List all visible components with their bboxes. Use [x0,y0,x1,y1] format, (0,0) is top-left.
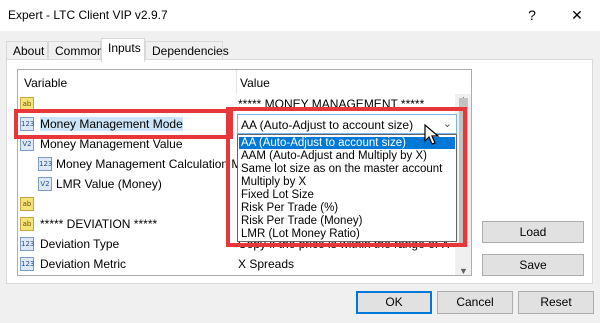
row-value: X Spreads [238,257,295,271]
row-variable: Money Management Value [40,137,183,151]
help-button[interactable]: ? [509,0,555,31]
close-button[interactable]: ✕ [554,0,600,31]
double-type-icon: V2 [20,137,34,151]
integer-type-icon: 123 [20,257,34,271]
tab-about[interactable]: About [6,41,48,61]
tab-common[interactable]: Common [48,41,104,61]
window-title: Expert - LTC Client VIP v2.9.7 [8,8,168,22]
tab-dependencies[interactable]: Dependencies [145,41,229,61]
title-bar: Expert - LTC Client VIP v2.9.7 ? ✕ [0,0,600,31]
row-variable: Deviation Type [40,237,120,251]
mouse-cursor-icon [424,124,440,145]
string-type-icon: ab [20,217,34,231]
save-button[interactable]: Save [482,254,584,276]
row-variable: Money Management Calculation M... [56,157,252,171]
value-column-header[interactable]: Value [240,76,270,90]
cancel-button[interactable]: Cancel [437,291,513,314]
variable-column-header[interactable]: Variable [24,76,67,90]
tab-inputs[interactable]: Inputs [101,38,145,62]
grid-header: Variable Value [18,70,455,94]
double-type-icon: V2 [38,177,52,191]
string-type-icon: ab [20,197,34,211]
scroll-down-icon[interactable]: ▼ [455,266,471,275]
ok-button[interactable]: OK [356,291,432,314]
load-button[interactable]: Load [482,221,584,243]
integer-type-icon: 123 [20,237,34,251]
row-variable: Deviation Metric [40,257,127,271]
row-variable: LMR Value (Money) [56,177,162,191]
variable-highlight-box [14,109,233,139]
column-divider[interactable] [236,70,237,94]
row-variable: ***** DEVIATION ***** [40,217,158,231]
reset-button[interactable]: Reset [518,291,594,314]
integer-type-icon: 123 [38,157,52,171]
grid-row[interactable]: 123 Deviation Metric X Spreads [18,254,455,274]
